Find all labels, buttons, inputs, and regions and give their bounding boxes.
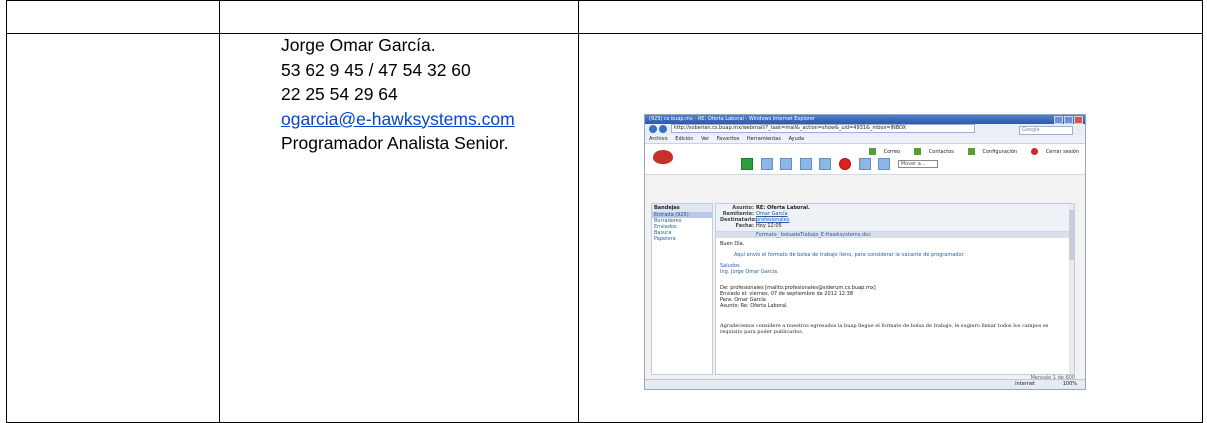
contact-email-link[interactable]: ogarcia@e-hawksystems.com: [281, 109, 515, 129]
link-contacts: Contactos: [928, 149, 954, 155]
back-arrow-icon: [741, 158, 753, 170]
status-zone: Internet: [1015, 381, 1035, 387]
webmail-header: Correo Contactos Configuración Cerrar se…: [645, 144, 1085, 175]
link-mail: Correo: [883, 149, 901, 155]
link-settings: Configuración: [982, 149, 1018, 155]
status-zoom: 100%: [1062, 381, 1077, 387]
menu-item: Herramientas: [746, 136, 781, 142]
table-border-col2: [578, 0, 579, 423]
header-key: Fecha:: [735, 223, 754, 229]
top-links: Correo Contactos Configuración Cerrar se…: [857, 148, 1079, 155]
menu-bar: Archivo Edición Ver Favoritos Herramient…: [645, 135, 1085, 144]
forward-icon: [659, 124, 667, 133]
body-message: Aquí envío el formato de bolsa de trabaj…: [734, 252, 965, 258]
url-field: http://soberian.cs.buap.mx/webmail/?_tas…: [670, 124, 975, 133]
contact-role: Programador Analista Senior.: [281, 133, 509, 153]
table-border-left: [6, 0, 7, 423]
fwd-subject: Asunto: Re: Oferta Laboral.: [720, 303, 788, 309]
print-icon: [858, 158, 871, 170]
body-greeting: Buen Día.: [720, 241, 745, 247]
header-value: Hoy 12:05: [756, 223, 782, 229]
contact-info: Jorge Omar García. 53 62 9 45 / 47 54 32…: [281, 33, 515, 156]
forward-icon: [819, 158, 832, 170]
contact-phone-2: 22 25 54 29 64: [281, 84, 398, 104]
table-border-top: [6, 0, 1203, 1]
folder-header: Bandejas: [652, 204, 712, 212]
link-logout: Cerrar sesión: [1045, 149, 1079, 155]
delete-icon: [838, 158, 851, 170]
body-signature: Ing. Jorge Omar García.: [720, 269, 779, 275]
mail-icon: [868, 148, 876, 155]
menu-item: Archivo: [649, 136, 668, 142]
contact-phone-1: 53 62 9 45 / 47 54 32 60: [281, 59, 471, 80]
logo-icon: [653, 150, 673, 164]
compose-icon: [760, 158, 773, 170]
fwd-text: Agradecemos considere a nuestros egresad…: [720, 323, 1049, 335]
window-titlebar: (925) cs buap.mx - RE: Oferta Laboral - …: [645, 115, 1085, 124]
reply-icon: [780, 158, 793, 170]
contacts-icon: [913, 148, 921, 155]
window-title: (925) cs buap.mx - RE: Oferta Laboral - …: [649, 116, 816, 122]
menu-item: Favoritos: [716, 136, 740, 142]
message-toolbar: Mover a...: [741, 158, 944, 170]
back-icon: [649, 124, 657, 133]
folder-sidebar: Bandejas Entrada (925) Borradores Enviad…: [651, 203, 713, 375]
address-bar: http://soberian.cs.buap.mx/webmail/?_tas…: [645, 124, 1085, 135]
table-border-col1: [219, 0, 220, 423]
email-screenshot: (925) cs buap.mx - RE: Oferta Laboral - …: [644, 114, 1086, 390]
minimize-icon: [1054, 116, 1063, 124]
table-border-row: [6, 33, 1203, 34]
folder-item: Papelera: [654, 236, 676, 242]
logout-icon: [1030, 148, 1038, 155]
menu-item: Edición: [675, 136, 694, 142]
maximize-icon: [1064, 116, 1073, 124]
close-icon: [1074, 116, 1083, 124]
move-select: Mover a...: [897, 160, 938, 168]
message-body: Buen Día. Aquí envío el formato de bolsa…: [716, 238, 1074, 343]
source-icon: [878, 158, 891, 170]
message-view: Asunto: RE: Oferta Laboral. Remitente: Oma…: [715, 203, 1075, 375]
reply-all-icon: [799, 158, 812, 170]
status-bar: Internet 100%: [645, 379, 1085, 389]
search-field: Google: [1019, 126, 1073, 135]
table-border-right: [1202, 0, 1203, 423]
menu-item: Ayuda: [788, 136, 805, 142]
scroll-thumb: [1069, 210, 1074, 260]
contact-name: Jorge Omar García.: [281, 35, 436, 55]
settings-icon: [967, 148, 975, 155]
message-scrollbar: [1069, 204, 1074, 374]
menu-item: Ver: [700, 136, 710, 142]
message-headers: Asunto: RE: Oferta Laboral. Remitente: Oma…: [716, 204, 1074, 232]
